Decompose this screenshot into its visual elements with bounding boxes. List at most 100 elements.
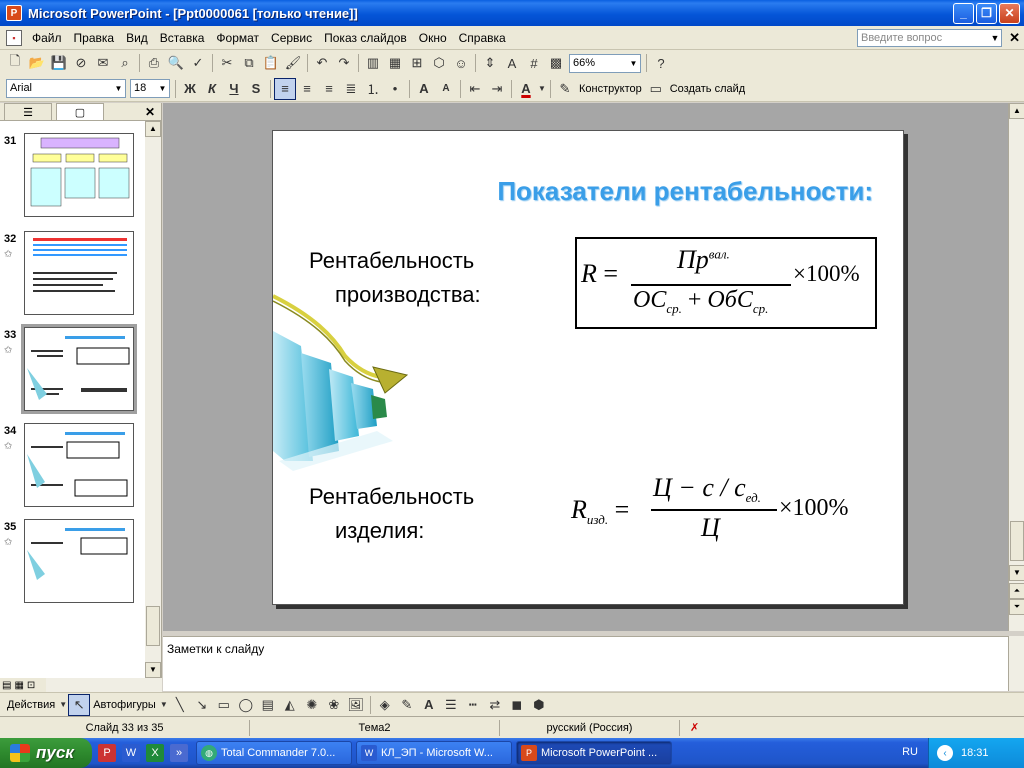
increase-indent-icon[interactable]: ⇥ [486, 78, 508, 100]
menu-insert[interactable]: Вставка [154, 26, 211, 50]
insert-diagram-icon[interactable]: ⬡ [428, 52, 450, 74]
bullets-icon[interactable]: • [384, 78, 406, 100]
slide-thumbnail-32[interactable]: 32 ✩ [0, 231, 146, 321]
line-color-icon[interactable]: ✎ [396, 694, 418, 716]
bold-icon[interactable]: Ж [179, 78, 201, 100]
wordart-icon[interactable]: ◭ [279, 694, 301, 716]
clock[interactable]: 18:31 [961, 747, 989, 759]
spell-check-icon[interactable]: ✗ [690, 721, 699, 734]
fill-color-icon[interactable]: ◈ [374, 694, 396, 716]
language-indicator[interactable]: RU [902, 746, 918, 758]
oval-icon[interactable]: ◯ [235, 694, 257, 716]
help-dropdown-icon[interactable]: ▼ [988, 29, 1002, 47]
save-icon[interactable]: 💾 [48, 52, 70, 74]
new-icon[interactable]: 🗋 [4, 52, 26, 74]
task-total-commander[interactable]: ◍ Total Commander 7.0... [196, 741, 352, 765]
menu-tools[interactable]: Сервис [265, 26, 318, 50]
decrease-font-icon[interactable]: A [435, 78, 457, 100]
cut-icon[interactable]: ✂ [216, 52, 238, 74]
chevron-down-icon[interactable]: ▼ [58, 694, 68, 716]
align-center-icon[interactable]: ≡ [296, 78, 318, 100]
email-icon[interactable]: ✉ [92, 52, 114, 74]
redo-icon[interactable]: ↷ [333, 52, 355, 74]
font-size-select[interactable]: 18 ▼ [130, 79, 170, 98]
color-grayscale-icon[interactable]: ▩ [545, 52, 567, 74]
expand-all-icon[interactable]: ⇕ [479, 52, 501, 74]
tab-slides[interactable]: ▢ [56, 103, 104, 120]
align-left-icon[interactable]: ≡ [274, 77, 296, 100]
chevron-down-icon[interactable]: ▼ [159, 694, 169, 716]
scroll-thumb[interactable] [1010, 521, 1024, 561]
slide-edit-area[interactable]: Показатели рентабельности: Рентабельност… [163, 103, 1008, 631]
thumb-preview[interactable] [24, 133, 134, 217]
print-icon[interactable]: ⎙ [143, 52, 165, 74]
tables-borders-icon[interactable]: ⊞ [406, 52, 428, 74]
insert-chart-icon[interactable]: ▥ [362, 52, 384, 74]
menu-edit[interactable]: Правка [68, 26, 121, 50]
maximize-button[interactable]: ❐ [976, 2, 997, 24]
thumb-preview-selected[interactable] [21, 324, 137, 414]
quicklaunch-excel-icon[interactable]: X [146, 744, 164, 762]
tab-outline[interactable]: ☰ [4, 103, 52, 120]
print-preview-icon[interactable]: 🔍 [165, 52, 187, 74]
insert-table-icon[interactable]: ▦ [384, 52, 406, 74]
scroll-thumb[interactable] [146, 606, 160, 646]
tray-expand-icon[interactable]: ‹ [937, 745, 953, 761]
slideshow-view-icon[interactable]: ⊡ [27, 680, 35, 691]
normal-view-icon[interactable]: ▤ [2, 680, 11, 691]
next-slide-icon[interactable]: ⏷ [1009, 599, 1024, 615]
thumb-preview[interactable] [24, 423, 134, 507]
italic-icon[interactable]: К [201, 78, 223, 100]
font-color-icon[interactable]: A [515, 78, 537, 100]
picture-icon[interactable]: 🖼 [345, 694, 367, 716]
slide-title[interactable]: Показатели рентабельности: [273, 176, 873, 207]
diagram-icon[interactable]: ✺ [301, 694, 323, 716]
select-pointer-icon[interactable]: ↖ [68, 693, 91, 716]
increase-font-icon[interactable]: A [413, 78, 435, 100]
paste-icon[interactable]: 📋 [260, 52, 282, 74]
chevron-down-icon[interactable]: ▼ [112, 80, 125, 97]
slide-thumbnail-35[interactable]: 35 ✩ [0, 519, 146, 609]
shadow-style-icon[interactable]: ◼ [506, 694, 528, 716]
notes-pane[interactable]: Заметки к слайду [163, 636, 1008, 691]
menu-slideshow[interactable]: Показ слайдов [318, 26, 413, 50]
textbox-icon[interactable]: ▤ [257, 694, 279, 716]
label-product-line2[interactable]: изделия: [335, 514, 424, 548]
numbering-icon[interactable]: ⒈ [362, 78, 384, 100]
previous-slide-icon[interactable]: ⏶ [1009, 583, 1024, 599]
slide-thumbnail-33[interactable]: 33 ✩ [0, 324, 146, 417]
copy-icon[interactable]: ⧉ [238, 52, 260, 74]
slides-pane-scrollbar[interactable]: ▲ ▼ [145, 121, 161, 678]
chevron-down-icon[interactable]: ▼ [156, 80, 169, 97]
designer-button[interactable]: Конструктор [576, 83, 645, 95]
start-button[interactable]: пуск [0, 738, 92, 768]
line-icon[interactable]: ╲ [169, 694, 191, 716]
rectangle-icon[interactable]: ▭ [213, 694, 235, 716]
label-production-line2[interactable]: производства: [335, 278, 481, 312]
permission-icon[interactable]: ⊘ [70, 52, 92, 74]
thumb-preview[interactable] [24, 231, 134, 315]
thumb-preview[interactable] [24, 519, 134, 603]
zoom-select[interactable]: 66% ▼ [569, 53, 641, 73]
help-question-input[interactable]: Введите вопрос [857, 29, 1002, 47]
search-icon[interactable]: ⌕ [114, 52, 136, 74]
shadow-icon[interactable]: S [245, 78, 267, 100]
insert-clipart-icon[interactable]: ☺ [450, 52, 472, 74]
chevron-down-icon[interactable]: ▼ [627, 55, 640, 72]
label-product-line1[interactable]: Рентабельность [309, 480, 474, 514]
close-button[interactable]: ✕ [999, 2, 1020, 24]
scroll-up-icon[interactable]: ▲ [145, 121, 161, 137]
slide-canvas[interactable]: Показатели рентабельности: Рентабельност… [272, 130, 904, 605]
dash-style-icon[interactable]: ┅ [462, 694, 484, 716]
decrease-indent-icon[interactable]: ⇤ [464, 78, 486, 100]
label-production-line1[interactable]: Рентабельность [309, 244, 474, 278]
chevron-down-icon[interactable]: ▼ [537, 78, 547, 100]
scroll-down-icon[interactable]: ▼ [1009, 565, 1024, 581]
font-select[interactable]: Arial ▼ [6, 79, 126, 98]
menu-file[interactable]: Файл [26, 26, 68, 50]
actions-button[interactable]: Действия [4, 699, 58, 711]
undo-icon[interactable]: ↶ [311, 52, 333, 74]
quicklaunch-word-icon[interactable]: W [122, 744, 140, 762]
document-icon[interactable]: ▪ [6, 29, 22, 46]
pane-close-icon[interactable]: ✕ [145, 105, 155, 119]
